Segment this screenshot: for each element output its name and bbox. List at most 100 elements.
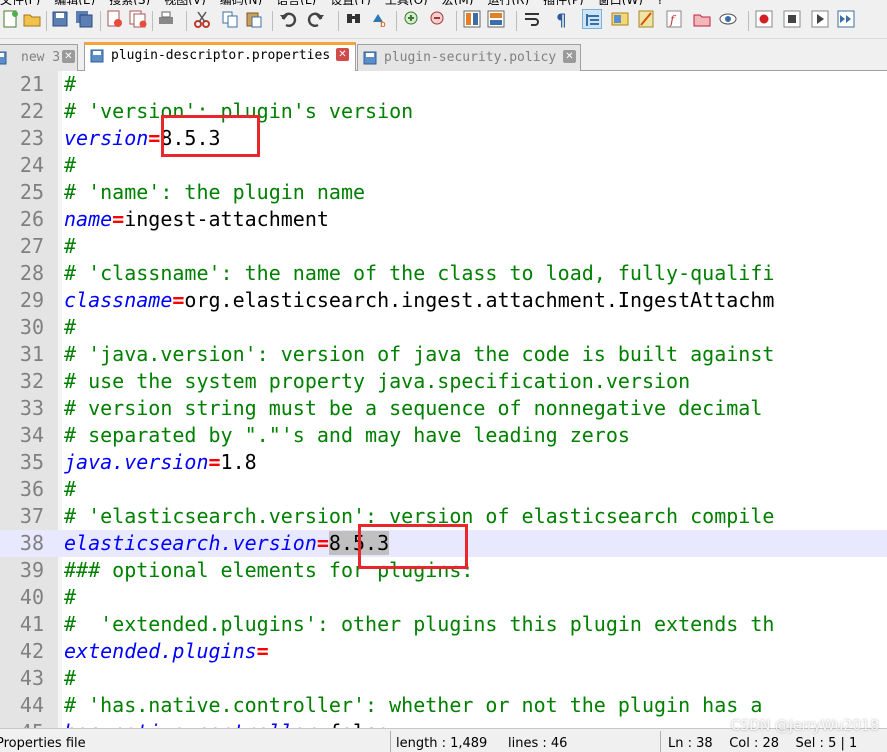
sync-vertical-icon[interactable] xyxy=(462,9,482,29)
monitoring-icon[interactable] xyxy=(718,9,738,29)
status-file-type: Properties file xyxy=(0,736,86,751)
zoom-in-icon[interactable] xyxy=(402,9,422,29)
new-file-icon[interactable] xyxy=(0,9,20,29)
save-icon[interactable] xyxy=(50,9,70,29)
undo-icon[interactable] xyxy=(278,9,298,29)
code-line[interactable]: 33 # version string must be a sequence of… xyxy=(0,395,887,422)
close-icon[interactable]: ✕ xyxy=(62,50,75,63)
code-line[interactable]: 22 # 'version': plugin's version xyxy=(0,98,887,125)
status-divider xyxy=(390,731,391,752)
code-line[interactable]: 21 # xyxy=(0,71,887,98)
line-number: 40 xyxy=(19,585,44,609)
line-code: name=ingest-attachment xyxy=(64,206,329,233)
replace-icon[interactable]: b xyxy=(370,9,390,29)
toolbar-separator xyxy=(186,11,187,31)
line-number: 34 xyxy=(19,423,44,447)
find-icon[interactable] xyxy=(344,9,364,29)
code-line[interactable]: 25 # 'name': the plugin name xyxy=(0,179,887,206)
paste-icon[interactable] xyxy=(244,9,264,29)
zoom-out-icon[interactable] xyxy=(428,9,448,29)
code-line[interactable]: 32 # use the system property java.specifi… xyxy=(0,368,887,395)
comment-text: # 'name': the plugin name xyxy=(64,180,366,204)
toolbar: b ¶ f xyxy=(0,5,887,39)
tab-plugin-descriptor[interactable]: plugin-descriptor.properties ✕ xyxy=(84,42,356,71)
tab-plugin-security[interactable]: plugin-security.policy ✕ xyxy=(357,44,581,71)
code-line[interactable]: 31 # 'java.version': version of java the … xyxy=(0,341,887,368)
current-line[interactable]: 38 elasticsearch.version=8.5.3 xyxy=(0,530,887,557)
line-code: # version string must be a sequence of n… xyxy=(64,395,762,422)
code-line[interactable]: 36 # xyxy=(0,476,887,503)
line-number: 41 xyxy=(19,612,44,636)
copy-icon[interactable] xyxy=(220,9,240,29)
comment-text: # separated by "."'s and may have leadin… xyxy=(64,423,630,447)
code-line[interactable]: 29 classname=org.elasticsearch.ingest.att… xyxy=(0,287,887,314)
line-code: # use the system property java.specifica… xyxy=(64,368,690,395)
comment-text: # use the system property java.specifica… xyxy=(64,369,691,393)
show-all-chars-icon[interactable]: ¶ xyxy=(552,9,572,29)
toolbar-separator xyxy=(100,11,101,31)
line-number: 22 xyxy=(19,99,44,123)
code-line[interactable]: 37 # 'elasticsearch.version': version of … xyxy=(0,503,887,530)
open-file-icon[interactable] xyxy=(22,9,42,29)
svg-text:¶: ¶ xyxy=(556,11,567,28)
stop-macro-icon[interactable] xyxy=(782,9,802,29)
close-icon[interactable] xyxy=(104,9,124,29)
line-number: 39 xyxy=(19,558,44,582)
code-line[interactable]: 44 # 'has.native.controller': whether or … xyxy=(0,692,887,719)
tab-label: plugin-security.policy xyxy=(384,50,557,65)
cut-icon[interactable] xyxy=(192,9,212,29)
code-line[interactable]: 40 # xyxy=(0,584,887,611)
code-line[interactable]: 39 ### optional elements for plugins: xyxy=(0,557,887,584)
tab-new-3[interactable]: new 3 ✕ xyxy=(0,44,78,71)
editor[interactable]: 21 #22 # 'version': plugin's version 23 vers… xyxy=(0,71,887,728)
folder-workspace-icon[interactable] xyxy=(692,9,712,29)
property-key: name xyxy=(64,207,113,231)
indent-guide-icon[interactable] xyxy=(582,9,602,29)
function-list-icon[interactable]: f xyxy=(664,9,684,29)
line-code: # 'elasticsearch.version': version of el… xyxy=(64,503,774,530)
line-code: java.version=1.8 xyxy=(64,449,257,476)
comment-text: # 'extended.plugins': other plugins this… xyxy=(64,612,775,636)
code-line[interactable]: 26 name=ingest-attachment xyxy=(0,206,887,233)
line-code: # xyxy=(64,476,76,503)
close-icon[interactable]: ✕ xyxy=(563,50,576,63)
code-line[interactable]: 30 # xyxy=(0,314,887,341)
word-wrap-icon[interactable] xyxy=(522,9,542,29)
print-icon[interactable] xyxy=(156,9,176,29)
comment-text: # 'elasticsearch.version': version of el… xyxy=(64,504,775,528)
equals-operator: = xyxy=(172,288,185,312)
close-all-icon[interactable] xyxy=(128,9,148,29)
redo-icon[interactable] xyxy=(306,9,326,29)
code-line[interactable]: 43 # xyxy=(0,665,887,692)
record-macro-icon[interactable] xyxy=(754,9,774,29)
code-line[interactable]: 34 # separated by "."'s and may have lead… xyxy=(0,422,887,449)
close-icon[interactable]: ✕ xyxy=(336,48,349,61)
code-line[interactable]: 41 # 'extended.plugins': other plugins th… xyxy=(0,611,887,638)
comment-text: # 'has.native.controller': whether or no… xyxy=(64,693,763,717)
comment-text: # version string must be a sequence of n… xyxy=(64,396,763,420)
equals-operator: = xyxy=(256,639,269,663)
comment-text: ### optional elements for plugins: xyxy=(64,558,474,582)
code-line[interactable]: 35 java.version=1.8 xyxy=(0,449,887,476)
tab-bar: new 3 ✕ plugin-descriptor.properties ✕ p… xyxy=(0,39,887,71)
watermark: CSDN @JerryWu2018 xyxy=(730,718,879,734)
document-map-icon[interactable] xyxy=(636,9,656,29)
line-code: # xyxy=(64,314,76,341)
line-number: 36 xyxy=(19,477,44,501)
code-line[interactable]: 23 version=8.5.3 xyxy=(0,125,887,152)
code-line[interactable]: 24 # xyxy=(0,152,887,179)
run-macro-multiple-icon[interactable] xyxy=(836,9,856,29)
line-code: ### optional elements for plugins: xyxy=(64,557,473,584)
lang-define-icon[interactable] xyxy=(610,9,630,29)
line-number: 29 xyxy=(19,288,44,312)
line-number: 33 xyxy=(19,396,44,420)
sync-horizontal-icon[interactable] xyxy=(486,9,506,29)
code-line[interactable]: 42 extended.plugins= xyxy=(0,638,887,665)
toolbar-separator xyxy=(748,11,749,31)
property-key: has.native.controller xyxy=(64,720,317,728)
property-value: false xyxy=(329,720,389,728)
play-macro-icon[interactable] xyxy=(810,9,830,29)
save-all-icon[interactable] xyxy=(74,9,94,29)
code-line[interactable]: 27 # xyxy=(0,233,887,260)
code-line[interactable]: 28 # 'classname': the name of the class t… xyxy=(0,260,887,287)
